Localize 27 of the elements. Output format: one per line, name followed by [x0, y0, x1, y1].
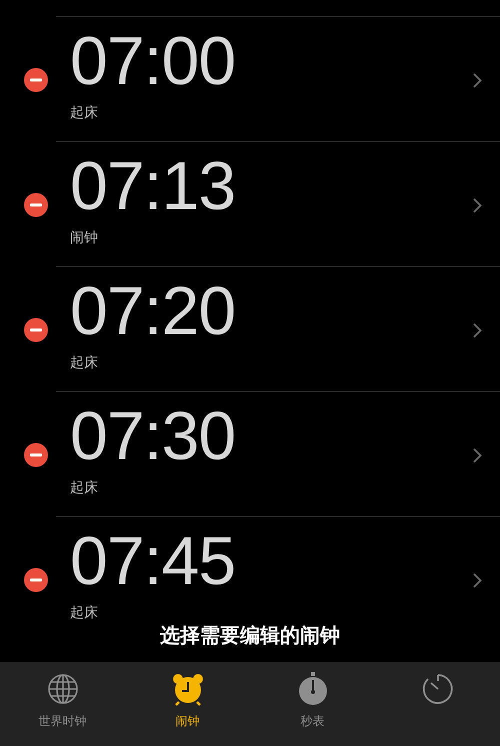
alarm-label: 起床	[70, 354, 98, 373]
globe-icon	[46, 672, 80, 706]
alarm-label: 起床	[70, 104, 98, 123]
alarm-label: 起床	[70, 479, 98, 498]
chevron-icon[interactable]	[473, 448, 482, 463]
alarm-time: 07:30	[70, 397, 236, 470]
alarm-time: 07:00	[70, 22, 236, 95]
caption: 选择需要编辑的闹钟	[160, 622, 340, 649]
tab-button[interactable]: 秒表	[250, 662, 375, 746]
tab-button[interactable]: 世界时钟	[0, 662, 125, 746]
delete-icon[interactable]	[24, 193, 48, 217]
tab-button[interactable]: 闹钟	[125, 662, 250, 746]
alarm-clock-icon	[170, 672, 204, 706]
chevron-icon[interactable]	[473, 198, 482, 213]
alarm-time: 07:20	[70, 272, 236, 345]
delete-icon[interactable]	[24, 443, 48, 467]
delete-icon[interactable]	[24, 568, 48, 592]
alarm-time: 07:45	[70, 522, 236, 595]
timer-icon	[420, 672, 454, 706]
delete-icon[interactable]	[24, 318, 48, 342]
chevron-icon[interactable]	[473, 573, 482, 588]
chevron-icon[interactable]	[473, 73, 482, 88]
alarm-label: 闹钟	[70, 229, 98, 248]
alarm-time: 07:13	[70, 147, 236, 220]
delete-icon[interactable]	[24, 68, 48, 92]
alarm-label: 起床	[70, 604, 98, 623]
chevron-icon[interactable]	[473, 323, 482, 338]
